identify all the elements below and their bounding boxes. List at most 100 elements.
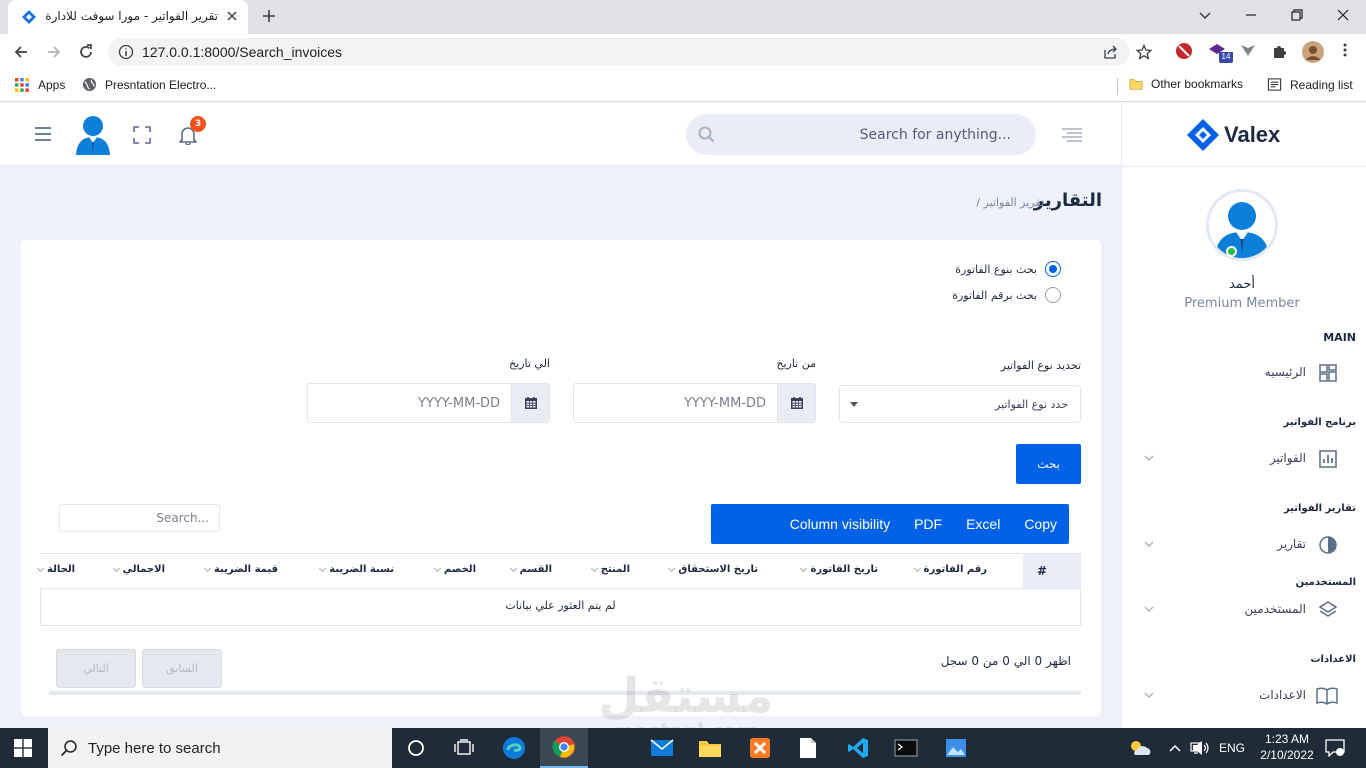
reading-list-label: Reading list [1290,77,1353,92]
sidebar-avatar[interactable] [1206,189,1278,261]
extensions-puzzle-icon[interactable] [1271,42,1289,60]
mail-app-icon[interactable] [638,728,686,768]
copy-button[interactable]: Copy [1012,504,1069,544]
vscode-icon[interactable] [834,728,882,768]
reading-list-icon [1267,78,1282,91]
search-submit-button[interactable]: بحث [1016,444,1081,484]
share-icon[interactable] [1102,44,1118,60]
col-due-date[interactable]: تاريخ الاستحقاق [668,564,758,575]
restore-icon[interactable] [1289,7,1305,23]
sidebar-item-invoices[interactable]: الفواتير [1122,444,1362,474]
cortana-icon[interactable] [392,728,440,768]
close-tab-icon[interactable] [225,9,239,23]
taskbar-clock[interactable]: 1:23 AM 2/10/2022 [1252,731,1322,763]
xampp-icon[interactable] [736,728,784,768]
volume-icon[interactable] [1192,728,1210,768]
radio-type-input[interactable] [1045,261,1061,277]
reading-list[interactable]: Reading list [1267,77,1353,92]
sidebar-item-users[interactable]: المستخدمين [1122,595,1362,625]
column-visibility-button[interactable]: Column visibility [778,504,902,544]
col-status[interactable]: الحالة [36,564,75,575]
col-discount-label: الخصم [443,564,476,575]
input-language[interactable]: ENG [1219,728,1245,768]
edge-browser-icon[interactable] [490,728,538,768]
col-invoice-number-label: رقم الفاتورة [923,564,987,575]
windows-start-icon[interactable] [14,739,32,757]
sort-icon [36,564,45,573]
chrome-browser-icon[interactable] [540,728,588,768]
radio-search-by-type[interactable]: بحث بنوع الفاتورة [955,261,1061,277]
extension-vpn-icon[interactable] [1240,42,1256,58]
pagination-previous-button[interactable]: السابق [142,649,222,688]
bookmark-star-icon[interactable] [1136,44,1152,60]
site-info-icon[interactable] [118,44,134,60]
sidebar-category-main: MAIN [1323,331,1356,344]
tab-title: تقرير الفواتير - مورا سوفت للادارة ال [46,9,218,23]
tray-chevron-up-icon[interactable] [1168,728,1182,768]
sidebar-item-home[interactable]: الرئيسيه [1122,358,1362,388]
close-window-icon[interactable] [1335,7,1351,23]
text-align-menu-icon[interactable] [1061,128,1083,142]
invoice-type-select[interactable]: حدد نوع الفواتير [839,385,1081,423]
col-tax-rate[interactable]: نسبة الضريبة [319,564,394,575]
table-search-input[interactable] [59,504,220,532]
brand-logo[interactable]: Valex [1186,118,1280,152]
fullscreen-icon[interactable] [133,126,151,144]
search-icon[interactable] [698,126,715,143]
col-product-label: المنتج [600,564,630,575]
omnibox[interactable]: 127.0.0.1:8000/Search_invoices [108,38,1152,66]
photos-app-icon[interactable] [932,728,980,768]
weather-icon[interactable] [1127,728,1153,768]
extension-badge: 14 [1219,52,1233,62]
from-date-input[interactable] [574,384,778,422]
table-header-hash[interactable]: # [1023,554,1081,588]
pdf-button[interactable]: PDF [902,504,954,544]
pagination-next-button[interactable]: التالي [56,649,136,688]
to-date-input[interactable] [308,384,512,422]
col-invoice-number[interactable]: رقم الفاتورة [913,564,987,575]
chevron-down-icon [1144,691,1154,699]
forward-icon[interactable] [45,43,63,61]
sidebar-user-role: Premium Member [1184,296,1300,311]
task-view-icon[interactable] [440,728,488,768]
col-product[interactable]: المنتج [590,564,630,575]
bar-chart-icon [1318,449,1338,469]
col-tax-value[interactable]: قيمة الضريبة [203,564,278,575]
horizontal-scrollbar[interactable] [49,691,1081,695]
col-discount[interactable]: الخصم [433,564,476,575]
back-icon[interactable] [12,43,30,61]
reload-icon[interactable] [77,43,95,61]
taskbar-search-input[interactable] [88,728,378,768]
col-section[interactable]: القسم [509,564,552,575]
user-avatar-icon[interactable] [74,113,112,155]
sidebar-item-reports-label: تقارير [1277,537,1306,551]
url-text: 127.0.0.1:8000/Search_invoices [142,44,343,60]
extension-adblock-icon[interactable] [1175,42,1193,60]
bookmark-apps[interactable]: Apps [14,77,65,93]
tab-search-chevron-icon[interactable] [1197,7,1213,23]
new-tab-icon[interactable] [261,8,277,24]
excel-button[interactable]: Excel [954,504,1012,544]
file-explorer-icon[interactable] [686,728,734,768]
calendar-icon[interactable] [511,384,549,422]
notification-center-icon[interactable] [1325,728,1345,768]
terminal-icon[interactable] [882,728,930,768]
bookmark-other-folder[interactable]: Other bookmarks [1129,77,1243,91]
document-app-icon[interactable] [784,728,832,768]
bookmark-presentation[interactable]: Presntation Electro... [82,77,216,92]
table-info-text: اظهر 0 الي 0 من 0 سجل [940,654,1071,668]
header-search-input[interactable] [726,114,1011,155]
sidebar-item-reports[interactable]: تقارير [1122,530,1362,560]
col-invoice-date[interactable]: تاريخ القاتورة [800,564,878,575]
col-total[interactable]: الاجمالي [112,564,165,575]
radio-search-by-number[interactable]: بحث برقم الفاتورة [952,287,1061,303]
minimize-icon[interactable] [1243,7,1259,23]
hamburger-menu-icon[interactable] [34,126,52,142]
radio-number-input[interactable] [1045,287,1061,303]
browser-menu-icon[interactable] [1337,42,1353,58]
sidebar-item-settings[interactable]: الاعدادات [1122,681,1362,711]
to-date-field [307,383,550,423]
browser-tab[interactable]: تقرير الفواتير - مورا سوفت للادارة ال [8,0,248,34]
calendar-icon[interactable] [777,384,815,422]
profile-avatar-icon[interactable] [1302,41,1324,63]
